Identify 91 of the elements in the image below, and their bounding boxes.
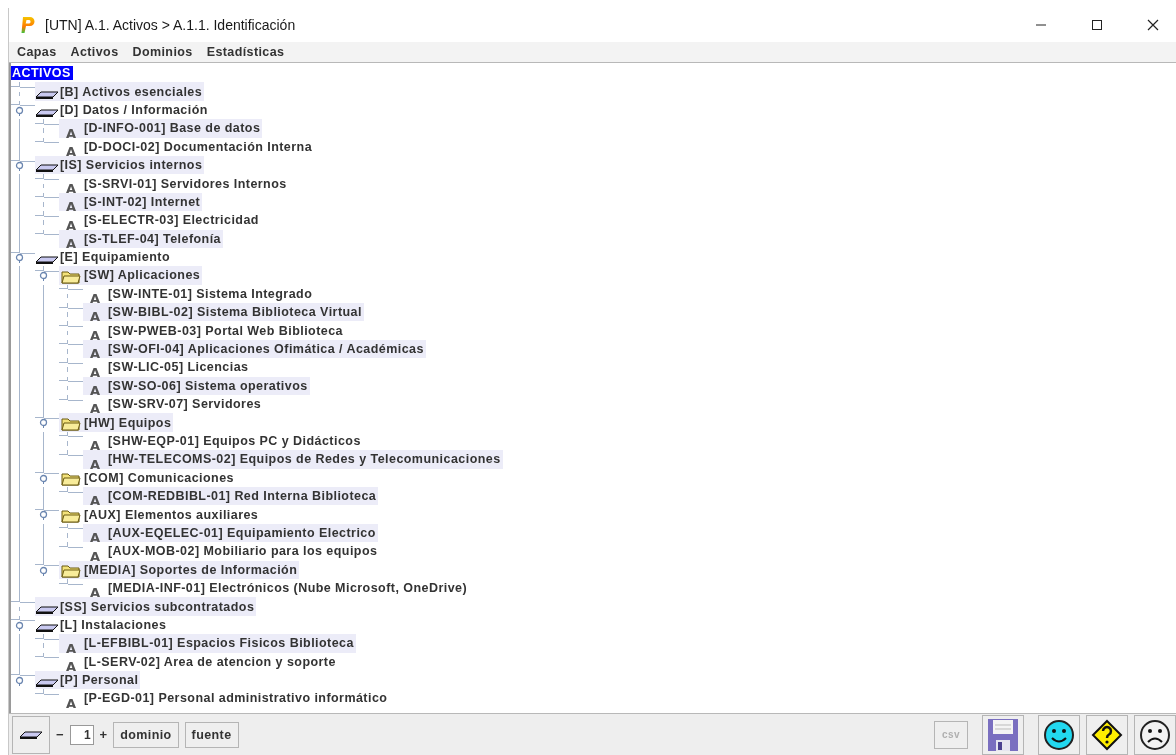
layer-icon [36,90,58,99]
tree-node-label[interactable]: [HW-TELECOMS-02] Equipos de Redes y Telecomunicaciones [107,452,503,467]
folder-icon [61,416,81,431]
sad-face-button[interactable] [1134,714,1176,755]
layer-icon [36,624,58,633]
expand-handle[interactable] [39,271,49,282]
help-button[interactable] [1086,714,1128,755]
expand-handle[interactable] [15,252,25,263]
folder-icon [61,563,81,578]
tree-node-label[interactable]: [MEDIA-INF-01] Electrónicos (Nube Microsoft, OneDrive) [107,581,470,596]
expand-handle[interactable] [39,510,49,521]
asset-icon: A [65,696,77,710]
asset-icon: A [89,292,101,306]
folder-icon [61,269,81,284]
toolbar-button[interactable]: fuente [184,721,239,748]
layer-icon [36,605,58,614]
happy-face-button[interactable] [1038,714,1080,755]
tree-node-label[interactable]: [L-EFBIBL-01] Espacios Fisicos Biblioteca [83,636,356,651]
asset-icon: A [65,659,77,673]
tree-node-label[interactable]: [S-ELECTR-03] Electricidad [83,213,261,228]
tree-node-label[interactable]: [COM] Comunicaciones [83,470,236,485]
maximize-icon [1091,19,1103,31]
tree-node-label[interactable]: [S-SRVI-01] Servidores Internos [83,176,289,191]
layer-icon [36,679,58,688]
asset-icon: A [89,384,101,398]
asset-icon: A [65,144,77,158]
tree-node-label[interactable]: ACTIVOS [11,66,73,81]
layer-button[interactable] [12,715,50,754]
asset-icon: A [65,126,77,140]
expand-handle[interactable] [39,473,49,484]
close-icon [1147,19,1159,31]
folder-icon [61,472,81,486]
asset-icon: A [65,181,77,195]
toolbar-button[interactable]: dominio [113,721,179,748]
tree-node-label[interactable]: [E] Equipamiento [59,250,172,265]
tree-node-label[interactable]: [L] Instalaciones [59,617,169,632]
tree-node-label[interactable]: [AUX] Elementos auxiliares [83,507,261,522]
folder-icon [61,508,81,523]
expand-handle[interactable] [15,620,25,631]
asset-icon: A [65,236,77,250]
expand-handle[interactable] [15,105,25,116]
asset-icon: A [89,457,101,471]
tree-node-label[interactable]: [COM-REDBIBL-01] Red Interna Biblioteca [107,489,379,504]
asset-icon: A [89,439,101,453]
tree-node-label[interactable]: [D-INFO-001] Base de datos [83,121,263,136]
tree-node-label[interactable]: [D-DOCI-02] Documentación Interna [83,139,315,154]
tree-node-label[interactable]: [AUX-MOB-02] Mobiliario para los equipos [107,544,380,559]
asset-icon: A [65,200,77,214]
asset-icon: A [89,549,101,563]
expand-handle[interactable] [15,675,25,686]
decrement-button[interactable]: − [56,727,64,742]
tree-node-label[interactable]: [AUX-EQELEC-01] Equipamiento Electrico [107,525,378,540]
menu-item[interactable]: Estadísticas [206,45,285,59]
layer-icon [36,256,58,265]
tree-node-label[interactable]: [SHW-EQP-01] Equipos PC y Didácticos [107,434,363,448]
layer-icon [36,164,58,173]
tree-node-label[interactable]: [P-EGD-01] Personal administrativo informático [83,691,390,706]
save-button[interactable] [982,714,1024,755]
expand-handle[interactable] [15,160,25,171]
menu-item[interactable]: Capas [17,45,57,59]
app-logo-icon [21,16,35,34]
tree-node-label[interactable]: [L-SERV-02] Area de atencion y soporte [83,654,338,669]
tree-node-label[interactable]: [SW-SO-06] Sistema operativos [107,378,310,393]
window-title: [UTN] A.1. Activos > A.1.1. Identificación [45,17,297,33]
tree-node-label[interactable]: [SW-BIBL-02] Sistema Biblioteca Virtual [107,305,364,320]
asset-icon: A [89,365,101,379]
level-field[interactable]: 1 [69,724,94,745]
tree-node-label[interactable]: [SW-SRV-07] Servidores [107,397,264,412]
menu-item[interactable]: Activos [70,45,119,59]
expand-handle[interactable] [39,418,49,429]
increment-button[interactable]: + [99,727,108,742]
asset-icon: A [89,347,101,361]
tree-node-label[interactable]: [SW-PWEB-03] Portal Web Biblioteca [107,323,345,338]
asset-icon: A [89,328,101,342]
asset-icon: A [89,531,101,545]
tree-node-label[interactable]: [SW-LIC-05] Licencias [107,360,251,375]
tree-node-label[interactable]: [S-TLEF-04] Telefonía [83,231,223,246]
tree-node-label[interactable]: [S-INT-02] Internet [83,194,203,209]
layer-icon [36,109,58,118]
asset-icon: A [65,641,77,655]
asset-icon: A [89,402,101,416]
asset-icon: A [65,218,77,232]
tree-node-label[interactable]: [SW-INTE-01] Sistema Integrado [107,286,315,301]
menu-item[interactable]: Dominios [132,45,193,59]
expand-handle[interactable] [39,565,49,576]
asset-icon: A [89,586,101,600]
tree-node-label[interactable]: [D] Datos / Información [59,102,210,117]
asset-icon: A [89,310,101,324]
layer-icon [20,729,42,740]
asset-icon: A [89,494,101,508]
tree-node-label[interactable]: [SW-OFI-04] Aplicaciones Ofimática / Académicas [107,342,426,357]
